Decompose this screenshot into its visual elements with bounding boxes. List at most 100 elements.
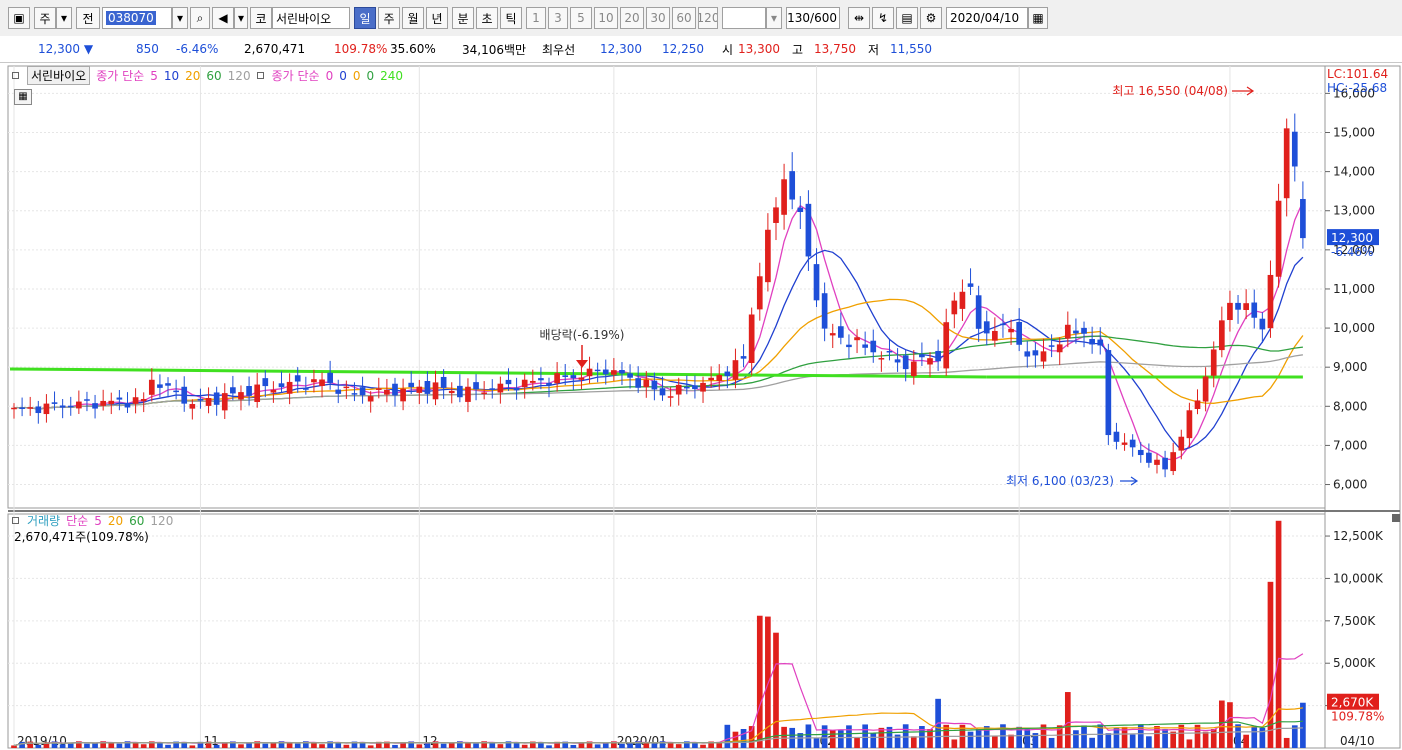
volume-bar [1251,726,1258,748]
stock-name-field[interactable]: 서린바이오 [272,7,350,29]
volume-bar [1081,725,1087,748]
volume-bar [700,744,706,748]
calendar-icon[interactable]: ▦ [1028,7,1048,29]
interval-1-button[interactable]: 1 [526,7,546,29]
legend-ma5: 5 [150,68,158,83]
candle [1291,131,1298,167]
candle [173,390,179,393]
candle [1259,318,1266,330]
candle [270,389,277,393]
count-max: /600 [810,11,837,25]
interval-dropdown-icon[interactable]: ▾ [766,7,782,29]
volume-bar [1008,734,1014,748]
volume-bar [813,737,820,748]
volume-bar [967,731,974,748]
period-week-button[interactable]: 주 [378,7,400,29]
period-year-button[interactable]: 년 [426,7,448,29]
interval-120-button[interactable]: 120 [698,7,718,29]
volume-bar [1048,737,1055,748]
speaker-icon[interactable]: ◀ [212,7,234,29]
interval-label: 1 [532,11,540,25]
date-field[interactable]: 2020/04/10 [946,7,1028,29]
volume-bar [773,632,779,748]
volume-bar [521,744,528,748]
crosshair-icon[interactable]: ↯ [872,7,894,29]
candle [432,382,439,400]
period-month-button[interactable]: 월 [402,7,424,29]
table-icon[interactable]: ▦ [14,89,32,105]
legend-stock-name[interactable]: 서린바이오 [27,66,91,85]
candle [448,390,455,394]
candle [392,383,398,396]
candle [797,207,804,213]
legend-ma2-p1: 0 [325,68,334,83]
candle [230,387,236,394]
candle [1251,302,1258,318]
candle [1186,410,1193,439]
period-second-button[interactable]: 초 [476,7,498,29]
speaker-dropdown-icon[interactable]: ▾ [234,7,248,29]
price-tick-label: 14,000 [1333,165,1375,179]
candle [1113,431,1120,442]
candle [1170,452,1177,472]
legend-vol-ma60: 60 [129,513,145,528]
candle [375,388,382,390]
interval-input[interactable] [722,7,766,29]
volume-bar [675,744,682,748]
candle [140,398,147,402]
interval-10-button[interactable]: 10 [594,7,618,29]
candle [910,361,917,377]
candle [311,379,317,383]
volume-bar [448,743,455,748]
interval-20-button[interactable]: 20 [620,7,644,29]
candle [246,386,252,396]
toolbar: ▣ 주 ▾ 전 038070 ▾ ⌕ ◀ ▾ 코 서린바이오 일 주 월 년 분… [0,0,1402,37]
count-field[interactable]: 130/600 [786,7,840,29]
market-code-button[interactable]: 코 [250,7,272,29]
lc-label: LC:101.64 [1327,67,1388,81]
prev-button[interactable]: 전 [76,7,100,29]
open-value: 13,300 [738,42,780,56]
volume-tick-label: 10,000K [1333,571,1384,585]
zoom-icon[interactable]: ⇹ [848,7,870,29]
period-day-button[interactable]: 일 [354,7,376,29]
interval-3-button[interactable]: 3 [548,7,568,29]
market-dropdown-icon[interactable]: ▾ [56,7,72,29]
candle [1227,302,1233,321]
price-tick-label: 8,000 [1333,399,1367,413]
candle [732,360,739,380]
candle [1202,376,1209,402]
code-input[interactable]: 038070 [102,7,172,29]
volume-panel [7,513,1326,749]
candle [967,283,974,287]
candle [862,344,868,348]
code-dropdown-icon[interactable]: ▾ [172,7,188,29]
save-icon[interactable]: ▤ [896,7,918,29]
stock-chart[interactable]: 6,0007,0008,0009,00010,00011,00012,00013… [0,62,1402,750]
period-label: 월 [407,11,419,26]
candle [76,401,82,409]
search-icon[interactable]: ⌕ [190,7,210,29]
period-minute-button[interactable]: 분 [452,7,474,29]
volume-ratio: 109.78% [334,42,388,56]
interval-30-button[interactable]: 30 [646,7,670,29]
market-select[interactable]: 주 [34,7,56,29]
price-tick-label: 9,000 [1333,360,1367,374]
candle [1064,324,1071,339]
interval-label: 10 [598,11,614,25]
period-label: 일 [359,11,371,26]
candle [189,404,196,409]
interval-label: 60 [676,11,692,25]
candle [562,375,569,377]
interval-label: 30 [650,11,666,25]
period-label: 틱 [505,11,517,26]
legend-square-icon [12,72,19,79]
candle [181,386,188,404]
layout-icon[interactable]: ▣ [8,7,30,29]
gear-icon[interactable]: ⚙ [920,7,942,29]
candle [529,380,536,383]
period-tick-button[interactable]: 틱 [500,7,522,29]
interval-5-button[interactable]: 5 [570,7,592,29]
candle [716,374,723,381]
interval-60-button[interactable]: 60 [672,7,696,29]
